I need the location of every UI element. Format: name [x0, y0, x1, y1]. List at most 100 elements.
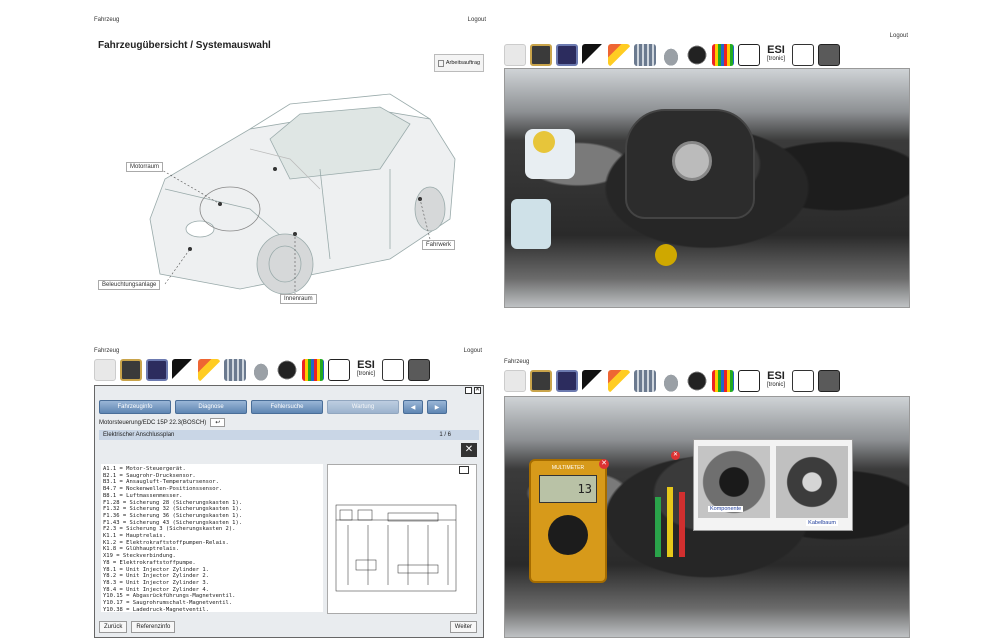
- oil-cap-icon: [655, 244, 677, 266]
- multimeter[interactable]: MULTIMETER 13: [529, 459, 607, 583]
- logout-link[interactable]: Logout: [890, 33, 908, 39]
- test-leads: [655, 467, 691, 577]
- esi-icon[interactable]: ESI [tronic]: [764, 44, 788, 66]
- device-icon[interactable]: [120, 359, 142, 381]
- tool-icon[interactable]: [94, 359, 116, 381]
- esi-sub-label: [tronic]: [356, 371, 375, 377]
- dial-icon[interactable]: [276, 359, 298, 381]
- top-nav: Fahrzeug Logout: [90, 14, 490, 26]
- tab-vehicle-info[interactable]: Fahrzeuginfo: [99, 400, 171, 414]
- engine-bay-label[interactable]: Motorraum: [126, 162, 164, 172]
- keypad-icon[interactable]: [224, 359, 246, 381]
- lighting-label[interactable]: Beleuchtungsanlage: [98, 280, 161, 290]
- calculator-icon[interactable]: [818, 44, 840, 66]
- battery-icon[interactable]: [738, 370, 760, 392]
- legend-item: Y8.4 = Unit Injector Zylinder 4.: [103, 586, 209, 593]
- chassis-label[interactable]: Fahrwerk: [422, 240, 456, 250]
- vehicle-link[interactable]: Fahrzeug: [94, 17, 119, 23]
- vehicle-link[interactable]: Fahrzeug: [94, 348, 119, 354]
- diagram-icon[interactable]: [792, 44, 814, 66]
- tab-diagnosis[interactable]: Diagnose: [175, 400, 247, 414]
- legend-item: Y10.38 = Ladedruck-Magnetventil.: [103, 606, 209, 612]
- diagram-icon[interactable]: [792, 370, 814, 392]
- reference-info-button[interactable]: Referenzinfo: [131, 621, 176, 633]
- legend-item: K1.2 = Elektrokraftstoffpumpen-Relais.: [103, 539, 229, 546]
- device-icon[interactable]: [530, 370, 552, 392]
- tab-maintenance[interactable]: Wartung: [327, 400, 399, 414]
- back-arrow-icon[interactable]: ↩: [210, 418, 226, 427]
- top-nav: Fahrzeug Logout: [90, 345, 486, 357]
- pen-icon[interactable]: [608, 44, 630, 66]
- nav-next-button[interactable]: ▶: [427, 400, 447, 414]
- harness-label: Kabelbaum: [806, 520, 838, 526]
- window-controls: ✕: [465, 387, 481, 394]
- legend-item: K1.1 = Hauptrelais.: [103, 533, 166, 540]
- logout-link[interactable]: Logout: [464, 348, 482, 354]
- battery-icon[interactable]: [738, 44, 760, 66]
- legend-item: F1.36 = Sicherung 36 (Sicherungskasten 1…: [103, 512, 243, 519]
- vw-logo-icon: [672, 141, 712, 181]
- close-multimeter-icon[interactable]: ✕: [599, 459, 609, 469]
- legend-item: Y10.17 = Saugrohrumschalt-Magnetventil.: [103, 600, 233, 607]
- car-icon[interactable]: [660, 44, 682, 66]
- schematic-view[interactable]: [327, 464, 477, 614]
- connector-zoom[interactable]: Komponente Kabelbaum: [693, 439, 853, 531]
- tool-icon[interactable]: [504, 370, 526, 392]
- engine-bay-photo[interactable]: [504, 68, 910, 308]
- vehicle-link[interactable]: Fahrzeug: [504, 359, 529, 365]
- wiring-schematic: [335, 504, 457, 592]
- scope-icon[interactable]: [146, 359, 168, 381]
- pen-icon[interactable]: [198, 359, 220, 381]
- legend-item: F2.3 = Sicherung 3 (Sicherungskasten 2).: [103, 526, 236, 533]
- dial-icon[interactable]: [686, 370, 708, 392]
- car-icon[interactable]: [250, 359, 272, 381]
- esi-icon[interactable]: ESI [tronic]: [354, 359, 378, 381]
- keypad-icon[interactable]: [634, 44, 656, 66]
- engine-bay-photo[interactable]: MULTIMETER 13 ✕ ✕ Komponente Kabelbaum: [504, 396, 910, 638]
- zoom-window-icon[interactable]: [459, 466, 469, 474]
- device-icon[interactable]: [530, 44, 552, 66]
- probe-icon[interactable]: [582, 370, 604, 392]
- legend-item: A1.1 = Motor-Steuergerät.: [103, 466, 186, 472]
- back-button[interactable]: Zurück: [99, 621, 128, 633]
- pen-icon[interactable]: [608, 370, 630, 392]
- legend-item: Y10.15 = Abgasrückführungs-Magnetventil.: [103, 593, 236, 600]
- calculator-icon[interactable]: [818, 370, 840, 392]
- next-button[interactable]: Weiter: [449, 621, 477, 633]
- multimeter-label: MULTIMETER: [551, 465, 585, 471]
- close-leads-icon[interactable]: ✕: [671, 451, 680, 460]
- legend-item: Y8.2 = Unit Injector Zylinder 2.: [103, 573, 209, 580]
- probe-icon[interactable]: [582, 44, 604, 66]
- logout-link[interactable]: Logout: [468, 17, 486, 23]
- nav-prev-button[interactable]: ◀: [403, 400, 423, 414]
- keypad-icon[interactable]: [634, 370, 656, 392]
- close-section-button[interactable]: ✕: [461, 443, 477, 457]
- harness-photo: [776, 446, 848, 518]
- page-indicator: 1 / 6: [439, 432, 451, 438]
- dial-icon[interactable]: [686, 44, 708, 66]
- interior-label[interactable]: Innenraum: [280, 294, 317, 304]
- fuse-icon[interactable]: [302, 359, 324, 381]
- car-icon[interactable]: [660, 370, 682, 392]
- esi-icon[interactable]: ESI [tronic]: [764, 370, 788, 392]
- esi-main-label: ESI: [357, 359, 375, 371]
- fuse-icon[interactable]: [712, 44, 734, 66]
- scope-icon[interactable]: [556, 44, 578, 66]
- maximize-icon[interactable]: [465, 387, 472, 394]
- top-nav: Fahrzeug: [500, 356, 912, 368]
- multimeter-dial-icon[interactable]: [548, 515, 588, 555]
- calculator-icon[interactable]: [408, 359, 430, 381]
- main-tabs: Fahrzeuginfo Diagnose Fehlersuche Wartun…: [95, 386, 483, 416]
- fuse-icon[interactable]: [712, 370, 734, 392]
- close-icon[interactable]: ✕: [474, 387, 481, 394]
- legend-item: Y8.1 = Unit Injector Zylinder 1.: [103, 566, 209, 573]
- tab-troubleshooting[interactable]: Fehlersuche: [251, 400, 323, 414]
- scope-icon[interactable]: [556, 370, 578, 392]
- module-name: Motorsteuerung/EDC 15P 22.3(BOSCH): [99, 419, 207, 426]
- battery-icon[interactable]: [328, 359, 350, 381]
- diagram-icon[interactable]: [382, 359, 404, 381]
- tool-icon[interactable]: [504, 44, 526, 66]
- probe-icon[interactable]: [172, 359, 194, 381]
- vehicle-overview-panel: Fahrzeug Logout Fahrzeugübersicht / Syst…: [90, 14, 490, 309]
- legend-item: F1.32 = Sicherung 32 (Sicherungskasten 1…: [103, 506, 243, 513]
